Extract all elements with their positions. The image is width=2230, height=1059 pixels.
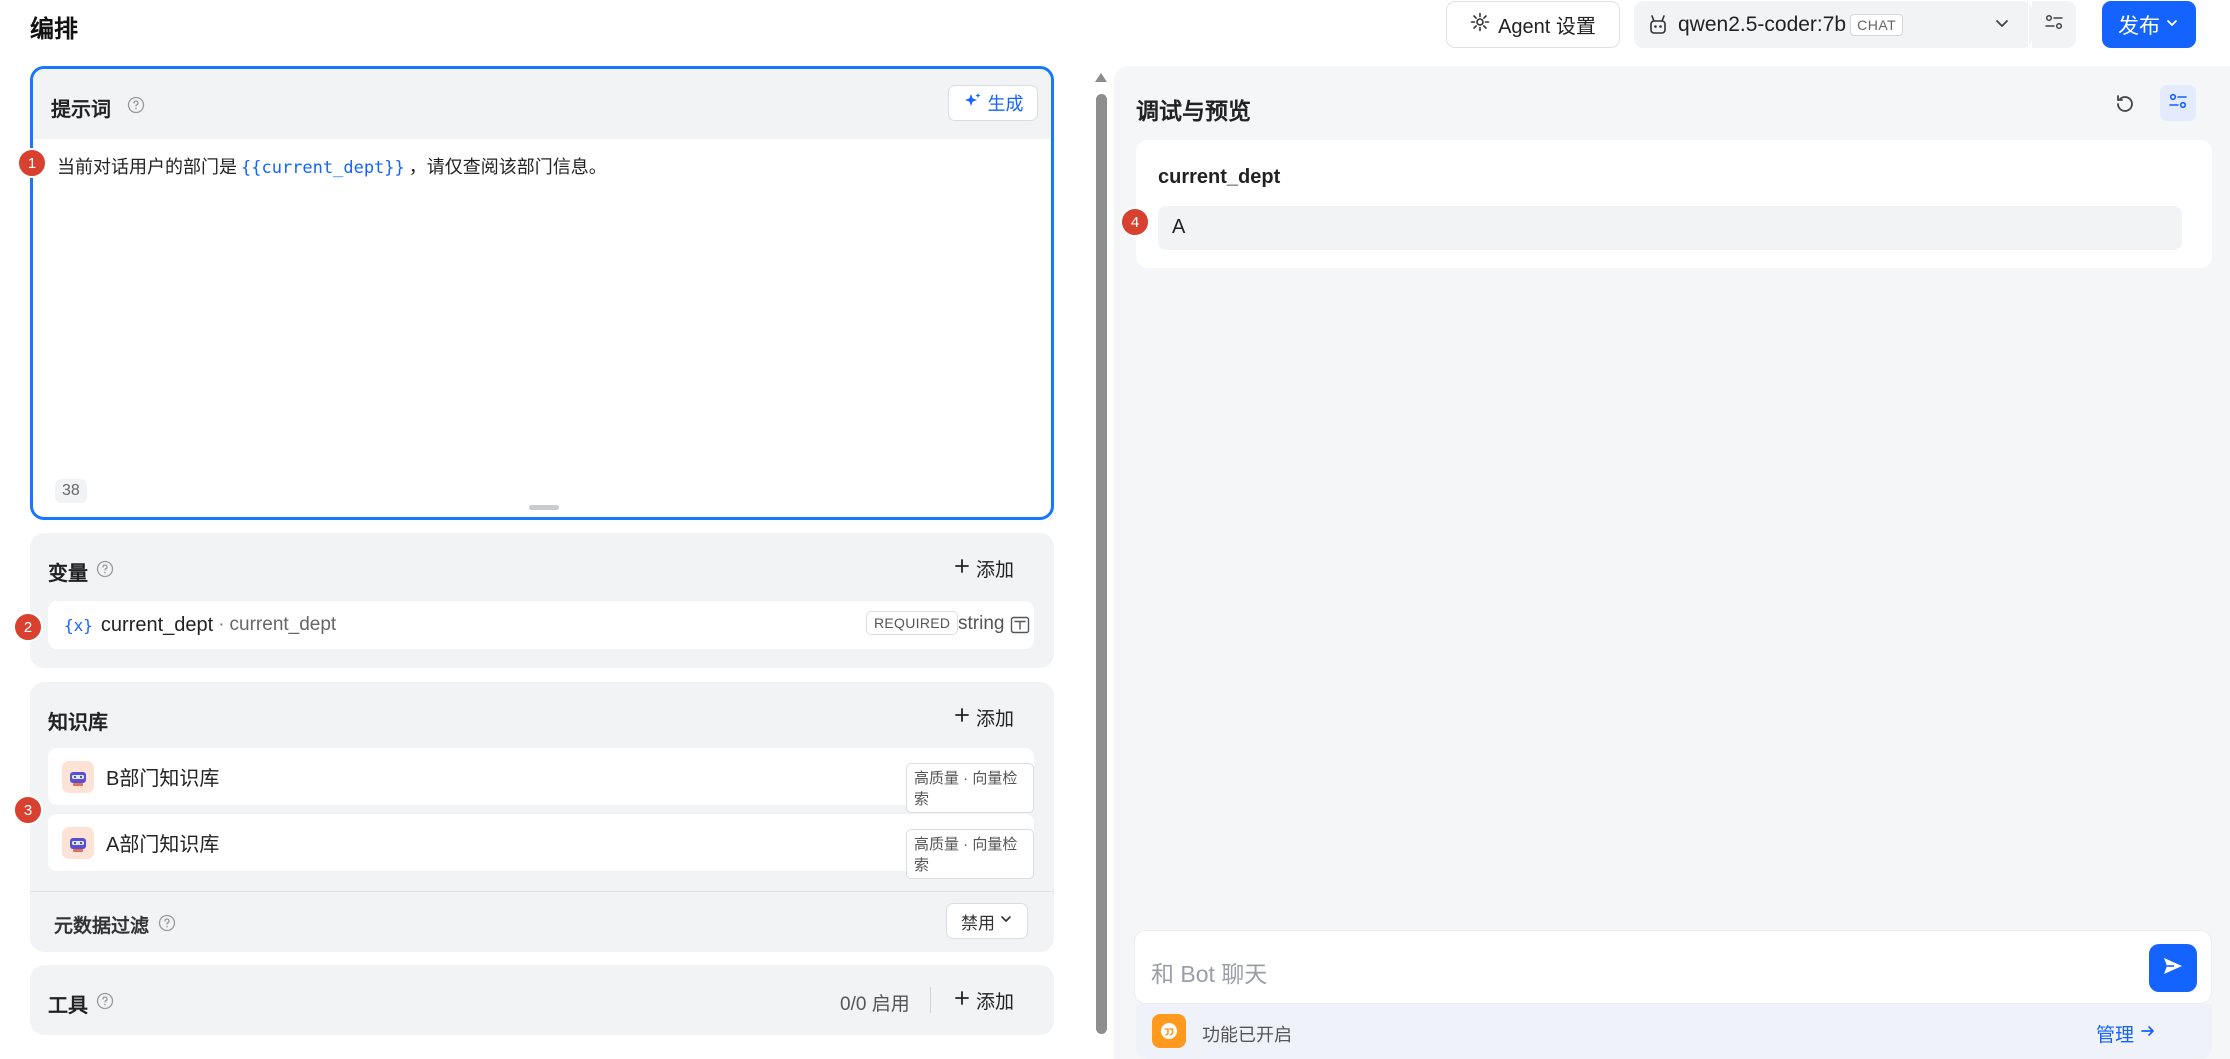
variable-key: current_dept xyxy=(229,614,337,635)
model-selector[interactable]: qwen2.5-coder:7b CHAT xyxy=(1634,1,2032,48)
help-icon[interactable] xyxy=(127,96,145,119)
required-badge: REQUIRED xyxy=(866,611,959,635)
plus-icon xyxy=(954,558,970,580)
feature-status-bar: 功能已开启 管理 xyxy=(1136,1004,2212,1059)
sparkle-icon xyxy=(963,91,983,116)
variables-section: 变量 添加 {x} current_dept · current_dept RE… xyxy=(30,533,1054,668)
agent-settings-button[interactable]: Agent 设置 xyxy=(1446,1,1620,48)
scroll-thumb[interactable] xyxy=(1096,94,1107,1034)
add-variable-button[interactable]: 添加 xyxy=(954,555,1014,582)
knowledge-name: A部门知识库 xyxy=(106,834,220,856)
prompt-text-after: ，请仅查阅该部门信息。 xyxy=(408,157,607,177)
knowledge-item[interactable]: A部门知识库 高质量 · 向量检索 xyxy=(48,814,1034,879)
plus-icon xyxy=(954,707,970,729)
help-icon[interactable] xyxy=(96,992,114,1015)
add-knowledge-button[interactable]: 添加 xyxy=(954,704,1014,731)
scroll-up-arrow[interactable] xyxy=(1095,73,1107,82)
arrow-right-icon xyxy=(2140,1023,2156,1045)
annotation-marker: 2 xyxy=(13,612,43,642)
tools-section: 工具 0/0 启用 添加 xyxy=(30,965,1054,1035)
variable-row[interactable]: {x} current_dept · current_dept REQUIRED… xyxy=(48,601,1034,649)
debug-preview-panel: 调试与预览 current_dept A 和 Bot 聊天 功能已开启 管理 xyxy=(1114,66,2230,1059)
annotation-marker: 4 xyxy=(1120,207,1150,237)
prompt-variable-token: {{current_dept}} xyxy=(241,158,405,178)
variable-icon: {x} xyxy=(64,615,93,635)
settings-sliders-icon xyxy=(2167,90,2189,117)
settings-sliders-icon xyxy=(2043,11,2065,38)
prompt-title: 提示词 xyxy=(51,99,111,121)
divider xyxy=(930,987,931,1013)
add-label: 添加 xyxy=(976,560,1015,581)
variables-title: 变量 xyxy=(48,563,88,585)
feature-status-text: 功能已开启 xyxy=(1202,1025,1292,1045)
quote-icon xyxy=(1152,1014,1186,1048)
retrieval-badge: 高质量 · 向量检索 xyxy=(906,763,1034,813)
generate-prompt-button[interactable]: 生成 xyxy=(948,85,1038,121)
variable-type: string xyxy=(958,613,1005,634)
variables-toggle-button[interactable] xyxy=(2160,85,2196,121)
model-divider xyxy=(2028,1,2029,48)
variable-input-card: current_dept A xyxy=(1136,140,2212,268)
annotation-marker: 3 xyxy=(13,795,43,825)
help-icon[interactable] xyxy=(96,560,114,583)
knowledge-base-icon xyxy=(62,760,94,793)
tools-title: 工具 xyxy=(48,995,88,1017)
retrieval-badge: 高质量 · 向量检索 xyxy=(906,829,1034,879)
refresh-icon[interactable] xyxy=(2113,92,2137,121)
manage-link[interactable]: 管理 xyxy=(2096,1020,2156,1047)
metadata-filter-title: 元数据过滤 xyxy=(54,916,150,937)
publish-button[interactable]: 发布 xyxy=(2102,1,2196,48)
variable-input-label: current_dept xyxy=(1158,166,1281,188)
knowledge-base-icon xyxy=(62,826,94,859)
knowledge-name: B部门知识库 xyxy=(106,768,220,790)
variable-name: current_dept xyxy=(100,613,214,636)
prompt-header: 提示词 生成 xyxy=(33,69,1051,139)
knowledge-title: 知识库 xyxy=(48,712,108,734)
prompt-text-area[interactable]: 当前对话用户的部门是 {{current_dept}} ，请仅查阅该部门信息。 xyxy=(57,153,607,179)
add-tool-button[interactable]: 添加 xyxy=(954,987,1014,1014)
character-count: 38 xyxy=(55,479,87,503)
prompt-text-before: 当前对话用户的部门是 xyxy=(57,157,237,177)
resize-handle[interactable] xyxy=(529,505,559,510)
chevron-down-icon xyxy=(2164,13,2180,37)
chat-input-box[interactable]: 和 Bot 聊天 xyxy=(1134,930,2212,1004)
top-bar: 编排 Agent 设置 qwen2.5-coder:7b CHAT 发布 xyxy=(0,0,2230,50)
knowledge-section: 知识库 添加 B部门知识库 高质量 · 向量检索 A部门知识库 高质量 · 向量… xyxy=(30,682,1054,952)
prompt-editor-card: 提示词 生成 当前对话用户的部门是 {{current_dept}} ，请仅查阅该部… xyxy=(30,66,1054,520)
model-params-button[interactable] xyxy=(2032,1,2076,48)
annotation-marker: 1 xyxy=(17,148,47,178)
variable-separator: · xyxy=(218,614,225,635)
generate-label: 生成 xyxy=(987,94,1024,114)
metadata-filter-value: 禁用 xyxy=(961,913,995,933)
chevron-down-icon xyxy=(1992,13,2012,39)
metadata-filter-select[interactable]: 禁用 xyxy=(946,903,1028,939)
divider xyxy=(30,891,1054,892)
send-button[interactable] xyxy=(2149,944,2197,992)
chevron-down-icon xyxy=(999,911,1013,931)
add-label: 添加 xyxy=(976,709,1015,730)
chat-input-placeholder: 和 Bot 聊天 xyxy=(1151,961,1268,987)
add-label: 添加 xyxy=(976,992,1015,1013)
plus-icon xyxy=(954,990,970,1012)
model-name: qwen2.5-coder:7b xyxy=(1678,12,1847,36)
gear-icon xyxy=(1470,12,1490,38)
manage-label: 管理 xyxy=(2096,1025,2135,1046)
agent-settings-label: Agent 设置 xyxy=(1498,16,1596,38)
model-mode-badge: CHAT xyxy=(1850,13,1904,36)
publish-label: 发布 xyxy=(2118,14,2160,38)
send-icon xyxy=(2161,954,2185,983)
page-title: 编排 xyxy=(30,16,78,43)
tools-enabled-count: 0/0 启用 xyxy=(840,994,910,1015)
variable-input-field[interactable]: A xyxy=(1158,206,2182,250)
help-icon[interactable] xyxy=(158,914,176,937)
edit-field-icon[interactable] xyxy=(1010,616,1030,639)
knowledge-item[interactable]: B部门知识库 高质量 · 向量检索 xyxy=(48,748,1034,813)
robot-icon xyxy=(1648,14,1668,36)
preview-title: 调试与预览 xyxy=(1136,98,1251,124)
